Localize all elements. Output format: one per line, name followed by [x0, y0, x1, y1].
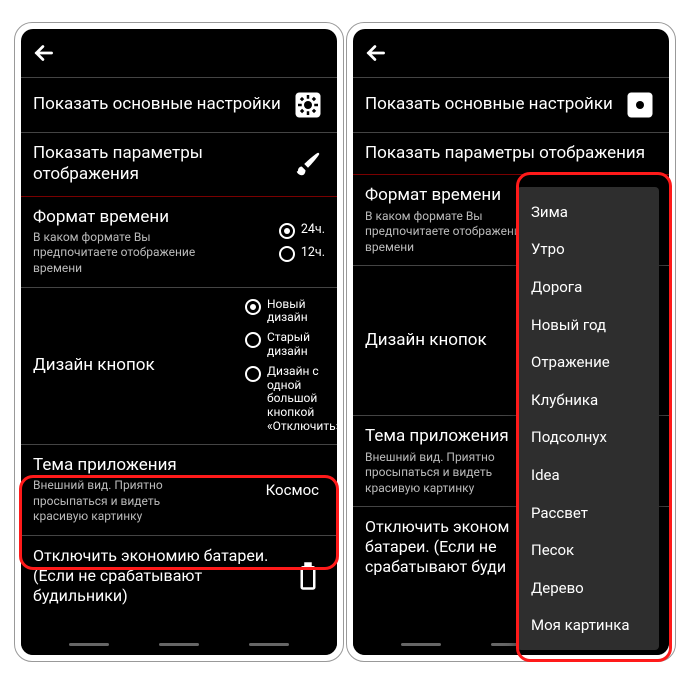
- row-basic-settings[interactable]: Показать основные настройки: [353, 77, 669, 132]
- basic-settings-title: Показать основные настройки: [33, 94, 283, 115]
- time-format-title: Формат времени: [33, 207, 271, 228]
- back-icon[interactable]: [363, 40, 389, 70]
- theme-option[interactable]: Отражение: [517, 343, 659, 381]
- radio-12h[interactable]: 12ч.: [279, 245, 325, 262]
- theme-option[interactable]: Новый год: [517, 306, 659, 344]
- theme-option[interactable]: Песок: [517, 531, 659, 569]
- theme-option[interactable]: Дорога: [517, 268, 659, 306]
- app-theme-sub: Внешний вид. Приятно просыпаться и видет…: [33, 478, 208, 525]
- row-battery[interactable]: Отключить экономию батареи. (Если не сра…: [21, 535, 337, 616]
- radio-old-design[interactable]: Старый дизайн: [245, 331, 325, 359]
- row-display-params[interactable]: Показать параметры отображения: [21, 132, 337, 196]
- back-icon[interactable]: [31, 40, 57, 70]
- display-params-title: Показать параметры отображения: [33, 143, 283, 186]
- radio-new-design[interactable]: Новый дизайн: [245, 298, 325, 326]
- row-basic-settings[interactable]: Показать основные настройки: [21, 77, 337, 132]
- theme-option[interactable]: Клубника: [517, 381, 659, 419]
- row-time-format[interactable]: Формат времени В каком формате Вы предпо…: [21, 196, 337, 287]
- radio-24h[interactable]: 24ч.: [279, 222, 325, 239]
- app-theme-value: Космос: [266, 481, 325, 499]
- android-navbar[interactable]: [21, 633, 337, 655]
- theme-option[interactable]: Зима: [517, 193, 659, 231]
- row-app-theme[interactable]: Тема приложения Внешний вид. Приятно про…: [21, 444, 337, 535]
- battery-icon: [291, 559, 325, 593]
- time-format-sub: В каком формате Вы предпочитаете отображ…: [33, 230, 208, 277]
- button-design-title: Дизайн кнопок: [33, 355, 237, 376]
- theme-option[interactable]: Утро: [517, 231, 659, 269]
- theme-option[interactable]: Idea: [517, 456, 659, 494]
- app-theme-title: Тема приложения: [33, 455, 258, 476]
- gear-icon: [291, 88, 325, 122]
- battery-title: Отключить экономию батареи. (Если не сра…: [33, 546, 283, 606]
- theme-option[interactable]: Моя картинка: [517, 607, 659, 645]
- row-display-params[interactable]: Показать параметры отображения: [353, 132, 669, 174]
- theme-option[interactable]: Подсолнух: [517, 419, 659, 457]
- gear-icon: [623, 88, 657, 122]
- theme-dropdown[interactable]: ЗимаУтроДорогаНовый годОтражениеКлубника…: [517, 187, 659, 650]
- appbar: [353, 33, 669, 77]
- appbar: [21, 33, 337, 77]
- radio-big-button[interactable]: Дизайн с одной большой кнопкой «Отключит…: [245, 365, 325, 434]
- row-button-design[interactable]: Дизайн кнопок Новый дизайн Старый дизайн…: [21, 287, 337, 444]
- theme-option[interactable]: Дерево: [517, 569, 659, 607]
- brush-icon: [291, 147, 325, 181]
- theme-option[interactable]: Рассвет: [517, 494, 659, 532]
